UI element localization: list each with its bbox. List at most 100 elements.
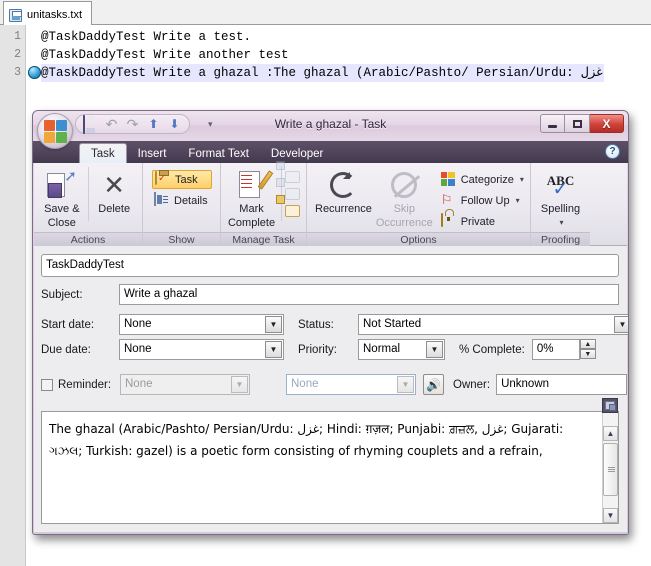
save-and-close-icon: ➚	[46, 169, 77, 201]
status-combobox[interactable]: Not Started ▼	[358, 314, 628, 335]
percent-complete-stepper[interactable]: ▲ ▼	[579, 339, 596, 360]
mark-complete-button[interactable]: Mark Complete	[225, 167, 278, 229]
bookmark-icon[interactable]	[28, 66, 41, 79]
title-bar[interactable]: ↶ ↷ ⬆ ⬇ ▾ Write a ghazal - Task X	[33, 111, 628, 149]
body-vertical-scrollbar[interactable]: ▲ ▼	[602, 398, 618, 523]
minimize-icon	[548, 124, 557, 128]
subject-input[interactable]: Write a ghazal	[119, 284, 619, 305]
owner-label: Owner:	[453, 378, 491, 391]
owner-input[interactable]: Unknown	[496, 374, 628, 395]
follow-up-button[interactable]: ⚐ Follow Up ▾	[439, 191, 528, 210]
reminder-sound-button[interactable]: 🔊	[423, 374, 444, 395]
private-button[interactable]: Private	[439, 212, 528, 231]
stepper-up-icon[interactable]: ▲	[579, 339, 596, 349]
ribbon-group-show: Task Details Show	[142, 163, 220, 246]
priority-value: Normal	[363, 343, 401, 355]
skip-occurrence-label-line1: Skip	[393, 203, 415, 215]
tab-developer[interactable]: Developer	[260, 143, 334, 163]
assign-task-icon[interactable]	[285, 170, 301, 186]
categorize-button[interactable]: Categorize ▾	[439, 170, 528, 189]
chevron-down-icon[interactable]: ▾	[516, 196, 520, 205]
chevron-down-icon[interactable]: ▼	[265, 341, 282, 358]
start-date-combobox[interactable]: None ▼	[119, 314, 284, 335]
info-bar: TaskDaddyTest	[41, 254, 619, 277]
redo-icon[interactable]: ↷	[124, 116, 141, 132]
subject-row: Subject: Write a ghazal	[41, 284, 619, 305]
priority-combobox[interactable]: Normal ▼	[358, 339, 445, 360]
reminder-date-combobox[interactable]: None ▼	[120, 374, 250, 395]
tab-insert[interactable]: Insert	[127, 143, 178, 163]
help-icon[interactable]: ?	[605, 144, 620, 159]
next-item-icon[interactable]: ⬇	[166, 116, 183, 132]
office-logo-icon	[44, 120, 67, 143]
ribbon-group-label-manage-task: Manage Task	[221, 232, 306, 246]
chevron-down-icon[interactable]: ▼	[614, 316, 628, 333]
chevron-down-icon[interactable]: ▼	[231, 376, 248, 393]
previous-item-icon[interactable]: ⬆	[145, 116, 162, 132]
chevron-down-icon[interactable]: ▾	[520, 175, 524, 184]
stepper-down-icon[interactable]: ▼	[579, 349, 596, 359]
show-details-button[interactable]: Details	[152, 191, 212, 210]
categorize-icon	[440, 171, 457, 188]
chevron-down-icon[interactable]: ▼	[426, 341, 443, 358]
line-text: @TaskDaddyTest Write a test.	[41, 30, 252, 44]
scroll-down-icon[interactable]: ▼	[603, 508, 618, 523]
save-and-close-button[interactable]: ➚ Save & Close	[39, 167, 85, 229]
code-line[interactable]: 2 @TaskDaddyTest Write another test	[0, 46, 651, 64]
chevron-down-icon[interactable]: ▼	[265, 316, 282, 333]
office-button[interactable]	[37, 113, 73, 149]
scrollbar-grip-icon	[608, 467, 615, 472]
task-body-editor[interactable]: The ghazal (Arabic/Pashto/ Persian/Urdu:…	[41, 398, 619, 524]
chevron-down-icon[interactable]: ▼	[397, 376, 414, 393]
send-status-report-icon[interactable]	[285, 187, 301, 203]
editor-tab-label: unitasks.txt	[27, 9, 83, 21]
delete-button[interactable]: ✕ Delete	[91, 167, 137, 215]
maximize-button[interactable]	[565, 114, 590, 133]
chevron-down-icon[interactable]: ▾	[559, 217, 563, 229]
undo-icon[interactable]: ↶	[103, 116, 120, 132]
follow-up-label: Follow Up	[460, 194, 510, 207]
reminder-date-value: None	[125, 378, 153, 390]
reminder-checkbox[interactable]	[41, 378, 53, 391]
code-line[interactable]: 1 @TaskDaddyTest Write a test.	[0, 28, 651, 46]
code-line[interactable]: 3 @TaskDaddyTest Write a ghazal :The gha…	[0, 64, 651, 82]
recurrence-button[interactable]: Recurrence	[315, 167, 372, 215]
close-button[interactable]: X	[590, 114, 624, 133]
editor-tab-bar: unitasks.txt	[0, 0, 651, 25]
ribbon-group-label-show: Show	[143, 232, 220, 246]
scroll-up-icon[interactable]: ▲	[603, 426, 618, 441]
maximize-icon	[572, 119, 582, 128]
window-frame: ↶ ↷ ⬆ ⬇ ▾ Write a ghazal - Task X Task I…	[33, 111, 628, 534]
scrollbar-thumb[interactable]	[603, 443, 618, 496]
delete-x-icon: ✕	[103, 170, 126, 200]
minimize-button[interactable]	[540, 114, 565, 133]
line-number: 1	[14, 30, 21, 43]
skip-occurrence-button: Skip Occurrence	[376, 167, 433, 229]
show-task-button[interactable]: Task	[152, 170, 212, 189]
ribbon-group-actions: ➚ Save & Close ✕ Delete Actions	[34, 163, 142, 246]
start-date-value: None	[124, 318, 152, 330]
save-icon[interactable]	[82, 115, 99, 134]
spelling-button[interactable]: ABC ✓ Spelling ▾	[536, 167, 585, 229]
status-label: Status:	[298, 318, 334, 331]
line-text: @TaskDaddyTest Write a ghazal :The ghaza…	[41, 64, 604, 82]
delete-label: Delete	[98, 203, 131, 215]
save-and-close-label-line1: Save &	[44, 203, 80, 215]
customize-qat-icon[interactable]: ▾	[208, 119, 213, 130]
due-date-row: Due date: None ▼ Priority: Normal ▼ % Co…	[41, 339, 596, 360]
skip-occurrence-label-line2: Occurrence	[375, 217, 433, 229]
percent-complete-input[interactable]: 0%	[531, 339, 580, 360]
due-date-combobox[interactable]: None ▼	[119, 339, 284, 360]
tab-format-text[interactable]: Format Text	[177, 143, 260, 163]
line-text: @TaskDaddyTest Write another test	[41, 48, 289, 62]
task-window[interactable]: ↶ ↷ ⬆ ⬇ ▾ Write a ghazal - Task X Task I…	[32, 110, 629, 535]
line-number: 3	[14, 66, 21, 79]
reminder-time-combobox[interactable]: None ▼	[286, 374, 416, 395]
editor-tab-unitasks[interactable]: unitasks.txt	[3, 1, 93, 25]
forward-task-icon[interactable]	[285, 204, 301, 220]
task-form: TaskDaddyTest Subject: Write a ghazal St…	[34, 246, 628, 532]
tab-task[interactable]: Task	[79, 143, 127, 163]
private-label: Private	[460, 215, 495, 228]
attachment-tab[interactable]	[602, 398, 618, 413]
mark-complete-label-line2: Complete	[227, 217, 276, 229]
